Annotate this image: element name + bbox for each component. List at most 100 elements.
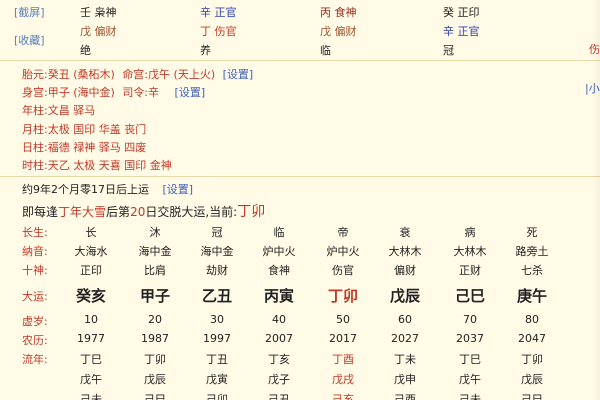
minggong-label: 命宫: [122,68,149,81]
month-value: 太极 国印 华盖 丧门 [47,123,147,136]
luck-start-text: 约9年2个月零17日后上运 [22,183,149,196]
year-label: 年柱: [22,104,48,117]
liunian-cell: 己未 [80,393,102,400]
pillar-cell: 养 [200,44,211,57]
nayin-cell: 海中金 [200,245,234,258]
changsheng-cell: 病 [464,226,476,239]
shishen-cell: 食神 [268,264,290,277]
pillar-cell: 戊 偏财 [80,25,117,38]
shishen-cell: 劫财 [206,264,228,277]
liunian-cell: 丁丑 [206,353,228,366]
liunian-cell: 丁酉 [332,353,354,366]
year-value: 文昌 驿马 [47,104,96,117]
liunian-cell: 己亥 [332,393,354,400]
nongli-cell: 2037 [456,332,484,345]
row-label-liunian: 流年: [22,353,48,366]
row-label-xusui: 虚岁: [22,315,48,328]
luck-change-days: 20 [130,205,146,219]
row-label-dayun: 大运: [22,290,48,303]
dayun-cell[interactable]: 乙丑 [190,285,244,306]
nayin-cell: 大海水 [74,245,108,258]
liunian-cell: 戊午 [80,373,102,386]
xusui-cell: 70 [463,313,477,326]
month-pillar-line: 月柱:太极 国印 华盖 丧门 [22,121,146,137]
screenshot-button[interactable]: [截屏] [14,4,45,20]
taiyuan-label: 胎元: [22,68,48,81]
nongli-cell: 2047 [518,332,546,345]
hour-pillar-line: 时柱:天乙 太极 天喜 国印 金神 [22,157,172,173]
luck-start-line: 约9年2个月零17日后上运 [设置] [22,181,193,197]
liunian-cell: 戊寅 [206,373,228,386]
liunian-cell: 己巳 [521,393,543,400]
hour-label: 时柱: [22,159,48,172]
setting-link[interactable]: [设置] [175,86,206,99]
shishen-cell: 正财 [459,264,481,277]
liunian-cell: 戊辰 [144,373,166,386]
changsheng-cell: 临 [273,226,285,239]
xusui-cell: 30 [210,313,224,326]
shengong-line: 身宫:甲子 (海中金) 司令:辛 [设置] [22,84,205,100]
liunian-cell: 丁巳 [459,353,481,366]
setting-link[interactable]: [设置] [163,183,194,196]
changsheng-cell: 衰 [399,226,411,239]
xusui-cell: 20 [148,313,162,326]
pillar-cell: 丙 食神 [320,6,357,19]
shishen-cell: 偏财 [394,264,416,277]
luck-change-text: 后第 [106,205,131,219]
setting-link[interactable]: [设置] [223,68,254,81]
shishen-cell: 伤官 [332,264,354,277]
pillar-cell: 绝 [80,44,91,57]
siling-value: 辛 [148,86,160,99]
dayun-cell[interactable]: 甲子 [128,285,182,306]
changsheng-cell: 死 [526,226,538,239]
nongli-cell: 2017 [329,332,357,345]
liunian-cell: 己卯 [206,393,228,400]
liunian-cell: 丁未 [394,353,416,366]
liunian-cell: 戊子 [268,373,290,386]
nayin-cell: 大林木 [453,245,487,258]
changsheng-cell: 长 [85,226,97,239]
row-label-nayin: 纳音: [22,245,48,258]
xusui-cell: 40 [272,313,286,326]
day-label: 日柱: [22,141,48,154]
xusui-cell: 50 [336,313,350,326]
liunian-cell: 己丑 [268,393,290,400]
liunian-cell: 戊午 [459,373,481,386]
changsheng-cell: 沐 [149,226,161,239]
dayun-cell[interactable]: 癸亥 [64,285,118,306]
dayun-cell[interactable]: 戊辰 [378,285,432,306]
nayin-cell: 炉中火 [262,245,296,258]
nayin-cell: 路旁土 [515,245,549,258]
shishen-cell: 七杀 [521,264,543,277]
nongli-cell: 2027 [391,332,419,345]
dayun-cell[interactable]: 己巳 [443,285,497,306]
day-pillar-line: 日柱:福德 禄神 驿马 四废 [22,139,146,155]
row-label-shishen: 十神: [22,264,48,277]
pillar-cell: 冠 [443,44,454,57]
luck-change-text: 即每逢 [22,205,59,219]
dayun-cell[interactable]: 丁卯 [316,285,370,306]
nongli-cell: 1977 [77,332,105,345]
siling-label: 司令: [122,86,149,99]
changsheng-cell: 冠 [211,226,223,239]
dayun-cell[interactable]: 庚午 [505,285,559,306]
row-label-changsheng: 长生: [22,226,48,239]
xusui-cell: 10 [84,313,98,326]
liunian-cell: 戊辰 [521,373,543,386]
taiyuan-line: 胎元:癸丑 (桑柘木) 命宫:戊午 (天上火) [设置] [22,66,253,82]
liunian-cell: 己酉 [394,393,416,400]
liunian-cell: 丁巳 [80,353,102,366]
year-pillar-line: 年柱:文昌 驿马 [22,102,95,118]
nayin-cell: 海中金 [138,245,172,258]
nongli-cell: 1987 [141,332,169,345]
favorite-button[interactable]: [收藏] [14,32,45,48]
dayun-cell[interactable]: 丙寅 [252,285,306,306]
nayin-cell: 大林木 [388,245,422,258]
luck-change-year: 丁年 [58,205,83,219]
liunian-cell: 丁卯 [144,353,166,366]
pillar-cell: 辛 正官 [443,25,480,38]
divider [0,176,600,177]
shengong-value: 甲子 (海中金) [47,86,115,99]
liunian-cell: 戊戌 [332,373,354,386]
shengong-label: 身宫: [22,86,48,99]
